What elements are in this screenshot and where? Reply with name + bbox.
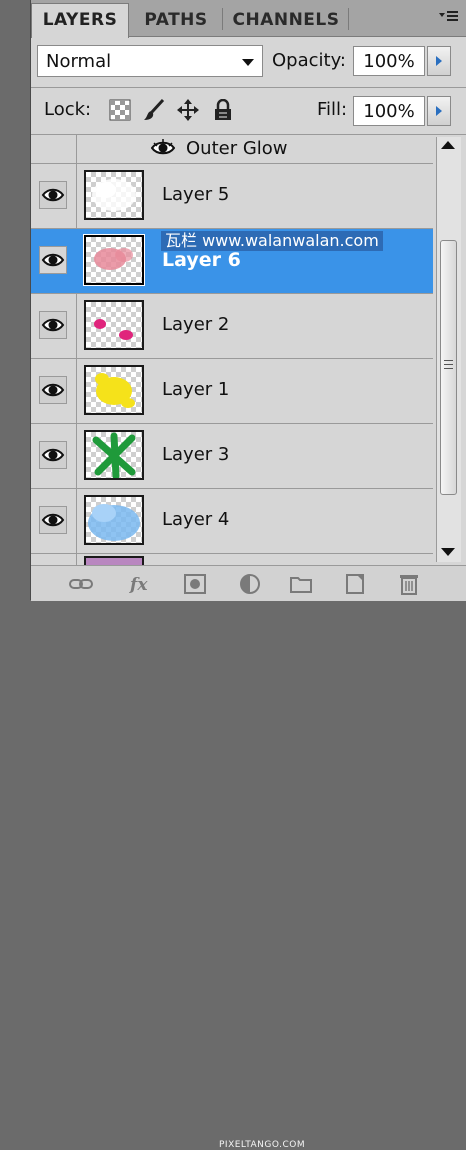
opacity-field[interactable]: 100% <box>353 46 425 76</box>
new-layer-icon[interactable] <box>343 572 367 596</box>
divider <box>31 87 466 88</box>
lock-label: Lock: <box>44 99 92 120</box>
layer-name: Layer 5 <box>162 184 230 205</box>
tab-divider <box>222 8 223 30</box>
tab-channels[interactable]: CHANNELS <box>225 4 347 36</box>
layer-row[interactable]: Layer 5 <box>31 164 433 229</box>
layer-name: Layer 6 <box>162 249 241 271</box>
opacity-slider-button[interactable] <box>427 46 451 76</box>
svg-text:fx: fx <box>129 575 148 595</box>
new-group-folder-icon[interactable] <box>289 572 313 596</box>
watermark-overlay: 瓦栏 www.walanwalan.com <box>161 231 383 251</box>
lock-all-padlock-icon[interactable] <box>212 98 234 121</box>
fill-label: Fill: <box>317 99 348 120</box>
lock-transparent-pixels-icon[interactable] <box>109 99 131 121</box>
layer-thumbnail <box>84 170 144 220</box>
layer-list: Outer Glow Layer 5 Layer 6 Layer 2 Layer… <box>31 135 433 565</box>
lock-position-move-icon[interactable] <box>177 99 199 121</box>
layer-visibility-eye-icon[interactable] <box>39 441 67 469</box>
opacity-label: Opacity: <box>272 50 346 71</box>
layer-list-scrollbar[interactable] <box>436 137 461 562</box>
layer-thumbnail <box>83 234 145 286</box>
layer-visibility-eye-icon[interactable] <box>39 311 67 339</box>
adjustment-layer-icon[interactable] <box>238 572 262 596</box>
effect-row-outer-glow[interactable]: Outer Glow <box>31 135 433 164</box>
layer-row[interactable]: Layer 3 <box>31 424 433 489</box>
panel-menu-icon[interactable] <box>439 9 459 27</box>
scrollbar-thumb[interactable] <box>440 240 457 495</box>
lock-image-pixels-brush-icon[interactable] <box>143 98 165 121</box>
add-layer-mask-icon[interactable] <box>183 572 207 596</box>
layer-row[interactable]: Layer 2 <box>31 294 433 359</box>
layer-thumbnail <box>84 300 144 350</box>
layer-name: Layer 3 <box>162 444 230 465</box>
scroll-down-arrow-icon[interactable] <box>441 548 455 556</box>
layer-name: Layer 2 <box>162 314 230 335</box>
grip-line <box>444 364 453 365</box>
layer-visibility-eye-icon[interactable] <box>39 246 67 274</box>
layers-footer-toolbar: fx PIXELTANGO.COM <box>31 565 466 1150</box>
layers-panel: LAYERS PATHS CHANNELS Normal Opacity: 10… <box>30 0 466 1150</box>
layer-name: Layer 4 <box>162 509 230 530</box>
layer-visibility-eye-icon[interactable] <box>39 376 67 404</box>
layer-visibility-eye-icon[interactable] <box>39 181 67 209</box>
layer-visibility-eye-icon[interactable] <box>39 506 67 534</box>
effect-name: Outer Glow <box>186 138 288 159</box>
layer-style-fx-icon[interactable]: fx <box>129 572 153 596</box>
fill-field[interactable]: 100% <box>353 96 425 126</box>
fill-slider-button[interactable] <box>427 96 451 126</box>
layer-row[interactable]: Layer 1 <box>31 359 433 424</box>
link-layers-icon[interactable] <box>69 572 93 596</box>
blend-mode-select[interactable]: Normal <box>37 45 263 77</box>
grip-line <box>444 368 453 369</box>
chevron-down-icon <box>242 59 254 66</box>
scroll-up-arrow-icon[interactable] <box>441 141 455 149</box>
tab-divider <box>348 8 349 30</box>
layer-name: Layer 1 <box>162 379 230 400</box>
tab-layers[interactable]: LAYERS <box>31 3 129 38</box>
footer-watermark: PIXELTANGO.COM <box>219 1140 306 1150</box>
panel-tab-bar: LAYERS PATHS CHANNELS <box>31 0 466 38</box>
grip-line <box>444 360 453 361</box>
tab-paths[interactable]: PATHS <box>131 4 221 36</box>
blend-mode-value: Normal <box>46 51 112 72</box>
layer-thumbnail <box>84 495 144 545</box>
layer-row[interactable]: Layer 4 <box>31 489 433 554</box>
effect-visibility-eye-icon[interactable] <box>150 138 176 162</box>
layer-thumbnail <box>84 430 144 480</box>
delete-layer-trash-icon[interactable] <box>397 572 421 596</box>
layer-thumbnail <box>84 365 144 415</box>
